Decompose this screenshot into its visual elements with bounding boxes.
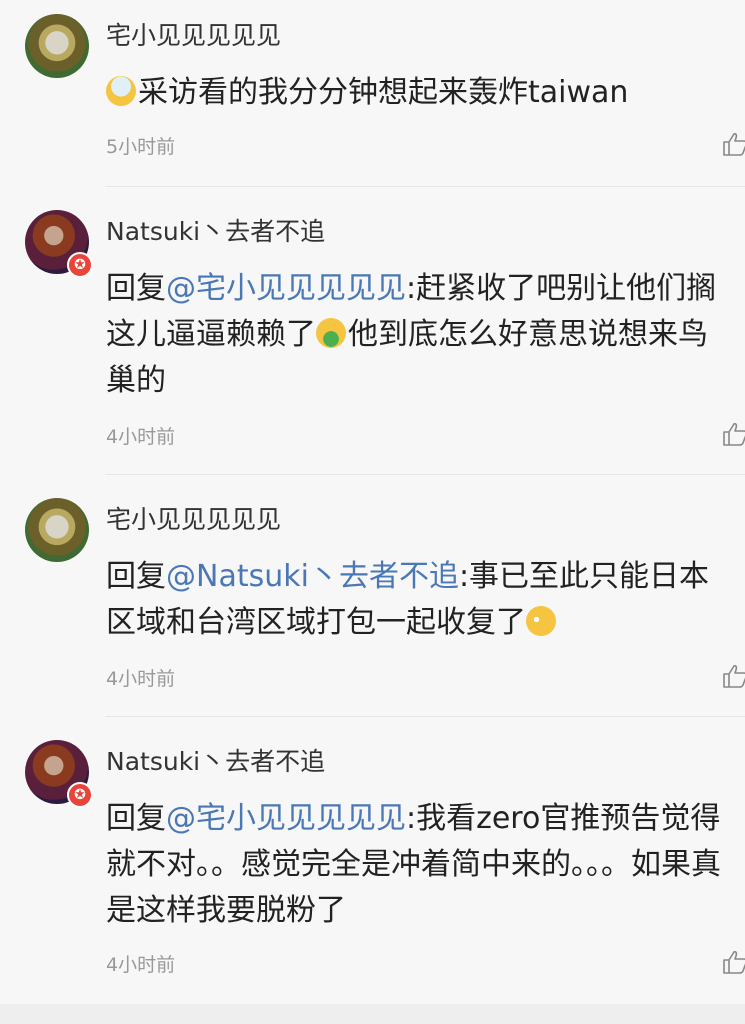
sick-face-icon bbox=[106, 76, 136, 106]
divider bbox=[105, 186, 745, 187]
star-avatar-image bbox=[25, 14, 89, 78]
timestamp: 4小时前 bbox=[106, 426, 176, 448]
thumbs-up-icon[interactable] bbox=[722, 132, 745, 156]
divider bbox=[105, 716, 745, 717]
avatar[interactable]: ✪ bbox=[25, 210, 93, 278]
comment-text: 采访看的我分分钟想起来轰炸taiwan bbox=[106, 70, 726, 116]
avatar[interactable] bbox=[25, 14, 89, 78]
username[interactable]: Natsuki丶去者不追 bbox=[106, 742, 325, 778]
timestamp: 4小时前 bbox=[106, 954, 176, 976]
username[interactable]: 宅小见见见见见 bbox=[106, 16, 281, 52]
thumbs-up-icon[interactable] bbox=[722, 950, 745, 974]
pleading-face-icon bbox=[526, 606, 556, 636]
vomiting-face-icon bbox=[316, 318, 346, 348]
comment-text: 回复@宅小见见见见见:赶紧收了吧别让他们搁这儿逼逼赖赖了 他到底怎么好意思说想来鸟… bbox=[106, 266, 726, 404]
comment-thread: 宅小见见见见见 采访看的我分分钟想起来轰炸taiwan 5小时前 ✪ Natsu… bbox=[0, 0, 745, 1024]
mention-link[interactable]: @宅小见见见见见 bbox=[166, 271, 406, 306]
divider bbox=[105, 474, 745, 475]
avatar[interactable] bbox=[25, 498, 89, 562]
thumbs-up-icon[interactable] bbox=[722, 664, 745, 688]
avatar[interactable]: ✪ bbox=[25, 740, 93, 808]
username[interactable]: 宅小见见见见见 bbox=[106, 500, 281, 536]
mention-link[interactable]: @Natsuki丶去者不追 bbox=[166, 559, 459, 594]
comment-body: 采访看的我分分钟想起来轰炸taiwan bbox=[138, 75, 629, 110]
bottom-band bbox=[0, 1004, 745, 1024]
reply-prefix: 回复 bbox=[106, 801, 166, 836]
thumbs-up-icon[interactable] bbox=[722, 422, 745, 446]
comment-text: 回复@Natsuki丶去者不追:事已至此只能日本区域和台湾区域打包一起收复了 bbox=[106, 554, 726, 646]
timestamp: 4小时前 bbox=[106, 668, 176, 690]
username[interactable]: Natsuki丶去者不追 bbox=[106, 212, 325, 248]
star-avatar-image bbox=[25, 498, 89, 562]
verified-badge-icon: ✪ bbox=[67, 782, 93, 808]
verified-badge-icon: ✪ bbox=[67, 252, 93, 278]
timestamp: 5小时前 bbox=[106, 136, 176, 158]
comment-text: 回复@宅小见见见见见:我看zero官推预告觉得就不对。。感觉完全是冲着简中来的。… bbox=[106, 796, 726, 934]
mention-link[interactable]: @宅小见见见见见 bbox=[166, 801, 406, 836]
reply-prefix: 回复 bbox=[106, 271, 166, 306]
reply-prefix: 回复 bbox=[106, 559, 166, 594]
